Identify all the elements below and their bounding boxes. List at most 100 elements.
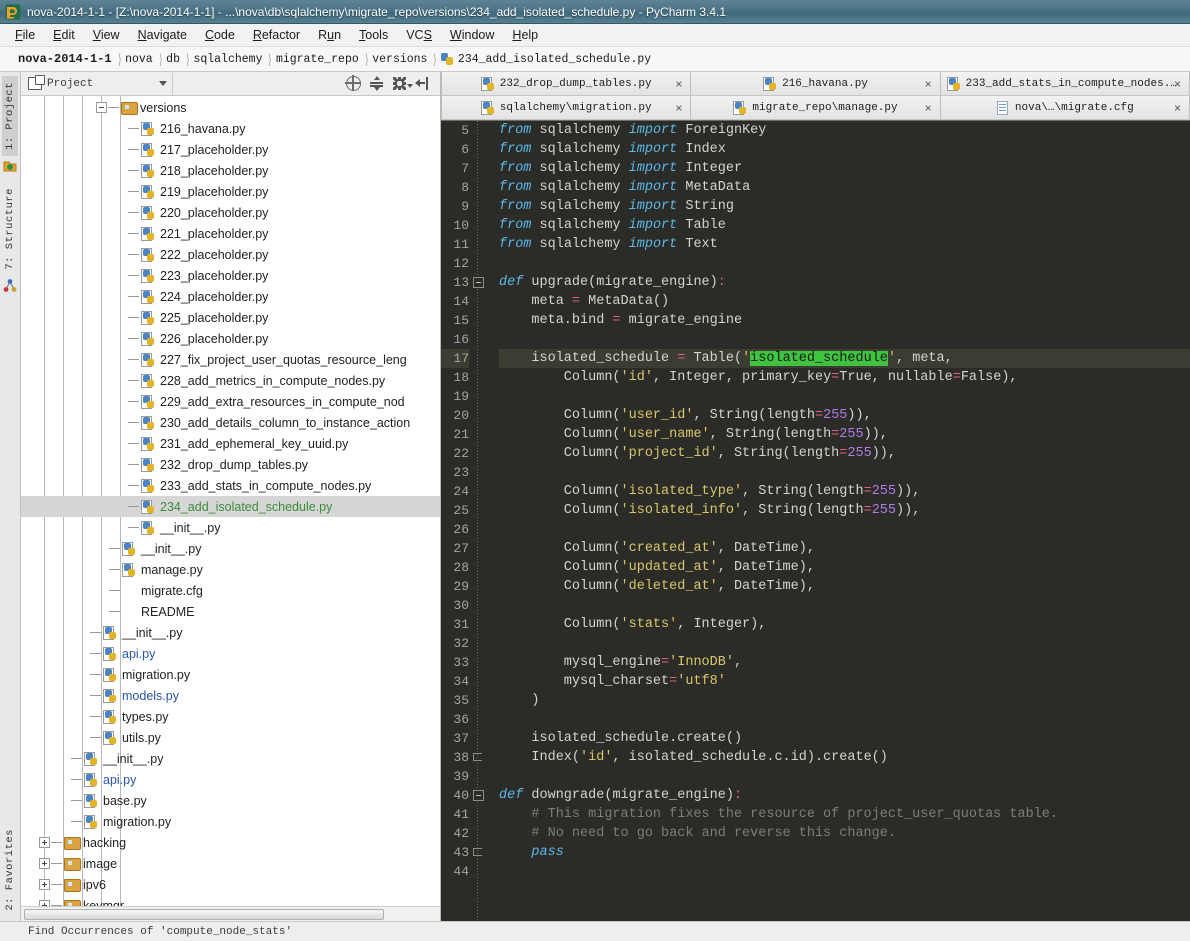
collapse-all-icon[interactable] [369, 76, 384, 91]
tree-node[interactable]: 226_placeholder.py [21, 328, 440, 349]
breadcrumb-item-nova[interactable]: nova [125, 53, 153, 66]
code-line[interactable]: Column('created_at', DateTime), [499, 539, 1190, 558]
tree-node[interactable]: 219_placeholder.py [21, 181, 440, 202]
breadcrumb-item-file[interactable]: 234_add_isolated_schedule.py [458, 53, 651, 66]
fold-region-end-icon[interactable] [473, 848, 482, 856]
settings-gear-icon[interactable] [392, 76, 413, 91]
code-line[interactable]: from sqlalchemy import Index [499, 140, 1190, 159]
code-line[interactable]: Column('user_name', String(length=255)), [499, 425, 1190, 444]
tree-node[interactable]: 217_placeholder.py [21, 139, 440, 160]
project-panel-title-box[interactable]: Project [25, 72, 173, 95]
menu-tools[interactable]: Tools [350, 26, 397, 44]
tree-node[interactable]: README [21, 601, 440, 622]
editor-tab[interactable]: migrate_repo\manage.py × [691, 96, 941, 119]
code-line[interactable]: # No need to go back and reverse this ch… [499, 824, 1190, 843]
breadcrumb-item-sqlalchemy[interactable]: sqlalchemy [193, 53, 262, 66]
tree-node-selected[interactable]: 234_add_isolated_schedule.py [21, 496, 440, 517]
code-line[interactable] [499, 254, 1190, 273]
code-line[interactable]: def downgrade(migrate_engine): [499, 786, 1190, 805]
tree-node[interactable]: __init__.py [21, 538, 440, 559]
tree-node[interactable]: 223_placeholder.py [21, 265, 440, 286]
tree-node[interactable]: versions [21, 97, 440, 118]
code-editor[interactable]: 5 6 7 8 9 10 11 12 13 14 15 16 17 18 19 20 21 22 23 24 25 26 2… [441, 120, 1190, 921]
tree-node[interactable]: base.py [21, 790, 440, 811]
menu-vcs[interactable]: VCS [397, 26, 441, 44]
tree-expand-icon[interactable] [39, 858, 50, 869]
code-line[interactable]: mysql_charset='utf8' [499, 672, 1190, 691]
menu-edit[interactable]: Edit [44, 26, 84, 44]
code-line[interactable]: Column('user_id', String(length=255)), [499, 406, 1190, 425]
menu-refactor[interactable]: Refactor [244, 26, 309, 44]
breadcrumb-item-migrate-repo[interactable]: migrate_repo [276, 53, 359, 66]
tree-node[interactable]: 216_havana.py [21, 118, 440, 139]
code-line[interactable]: Column('isolated_type', String(length=25… [499, 482, 1190, 501]
code-line[interactable] [499, 862, 1190, 881]
tree-node[interactable]: manage.py [21, 559, 440, 580]
tree-node[interactable]: 220_placeholder.py [21, 202, 440, 223]
menu-file[interactable]: File [6, 26, 44, 44]
close-icon[interactable]: × [925, 101, 932, 115]
code-line[interactable]: Index('id', isolated_schedule.c.id).crea… [499, 748, 1190, 767]
tool-window-button-project[interactable]: 1: Project [2, 76, 18, 157]
project-tree[interactable]: versions 216_havana.py 217_placeholder.py 2… [21, 96, 440, 906]
tree-node[interactable]: 224_placeholder.py [21, 286, 440, 307]
code-line[interactable]: from sqlalchemy import String [499, 197, 1190, 216]
tree-node[interactable]: 222_placeholder.py [21, 244, 440, 265]
code-line[interactable]: meta.bind = migrate_engine [499, 311, 1190, 330]
close-icon[interactable]: × [675, 101, 682, 115]
tree-node[interactable]: migration.py [21, 664, 440, 685]
breadcrumb-item-versions[interactable]: versions [372, 53, 427, 66]
tree-node[interactable]: __init__.py [21, 622, 440, 643]
tree-node[interactable]: 228_add_metrics_in_compute_nodes.py [21, 370, 440, 391]
tree-node[interactable]: types.py [21, 706, 440, 727]
code-line[interactable]: Column('id', Integer, primary_key =True, … [499, 368, 1190, 387]
tree-node[interactable]: ipv6 [21, 874, 440, 895]
close-icon[interactable]: × [675, 77, 682, 91]
code-line[interactable]: isolated_schedule.create() [499, 729, 1190, 748]
code-line[interactable]: def upgrade(migrate_engine): [499, 273, 1190, 292]
tree-expand-icon[interactable] [39, 837, 50, 848]
code-line[interactable]: from sqlalchemy import Text [499, 235, 1190, 254]
tree-node[interactable]: 231_add_ephemeral_key_uuid.py [21, 433, 440, 454]
tree-node[interactable]: 233_add_stats_in_compute_nodes.py [21, 475, 440, 496]
editor-tab[interactable]: 232_drop_dump_tables.py × [441, 72, 692, 95]
tree-node[interactable]: 218_placeholder.py [21, 160, 440, 181]
fold-region-end-icon[interactable] [473, 753, 482, 761]
menu-view[interactable]: View [84, 26, 129, 44]
tree-node[interactable]: 227_fix_project_user_quotas_resource_len… [21, 349, 440, 370]
chevron-down-icon[interactable] [159, 81, 167, 86]
code-line[interactable]: pass [499, 843, 1190, 862]
code-folding-gutter[interactable] [473, 121, 499, 921]
tree-node[interactable]: image [21, 853, 440, 874]
tree-node[interactable]: migrate.cfg [21, 580, 440, 601]
menu-navigate[interactable]: Navigate [129, 26, 196, 44]
code-line[interactable] [499, 634, 1190, 653]
code-line[interactable]: from sqlalchemy import Integer [499, 159, 1190, 178]
tree-node[interactable]: migration.py [21, 811, 440, 832]
code-line[interactable]: from sqlalchemy import MetaData [499, 178, 1190, 197]
code-line[interactable] [499, 463, 1190, 482]
breadcrumb-item-project[interactable]: nova-2014-1-1 [18, 52, 112, 66]
tree-expand-icon[interactable] [39, 879, 50, 890]
code-line[interactable]: mysql_engine='InnoDB', [499, 653, 1190, 672]
close-icon[interactable]: × [1174, 77, 1181, 91]
editor-tab[interactable]: 233_add_stats_in_compute_nodes.py × [940, 72, 1190, 95]
tree-node[interactable]: api.py [21, 643, 440, 664]
code-line[interactable] [499, 330, 1190, 349]
menu-run[interactable]: Run [309, 26, 350, 44]
project-tree-horizontal-scrollbar[interactable] [21, 906, 440, 921]
fold-collapse-icon[interactable] [473, 790, 484, 801]
hide-icon[interactable] [415, 76, 430, 91]
code-line[interactable]: Column('isolated_info', String(length=25… [499, 501, 1190, 520]
code-line[interactable]: Column('project_id', String(length=255))… [499, 444, 1190, 463]
menu-window[interactable]: Window [441, 26, 503, 44]
tree-node[interactable]: api.py [21, 769, 440, 790]
close-icon[interactable]: × [1174, 101, 1181, 115]
editor-tab[interactable]: nova\…\migrate.cfg × [940, 96, 1190, 119]
tree-expand-icon[interactable] [39, 900, 50, 906]
tool-window-button-structure[interactable]: 7: Structure [2, 182, 18, 276]
tree-node[interactable]: utils.py [21, 727, 440, 748]
tree-node[interactable]: 230_add_details_column_to_instance_actio… [21, 412, 440, 433]
tree-node[interactable]: hacking [21, 832, 440, 853]
code-line[interactable]: ) [499, 691, 1190, 710]
